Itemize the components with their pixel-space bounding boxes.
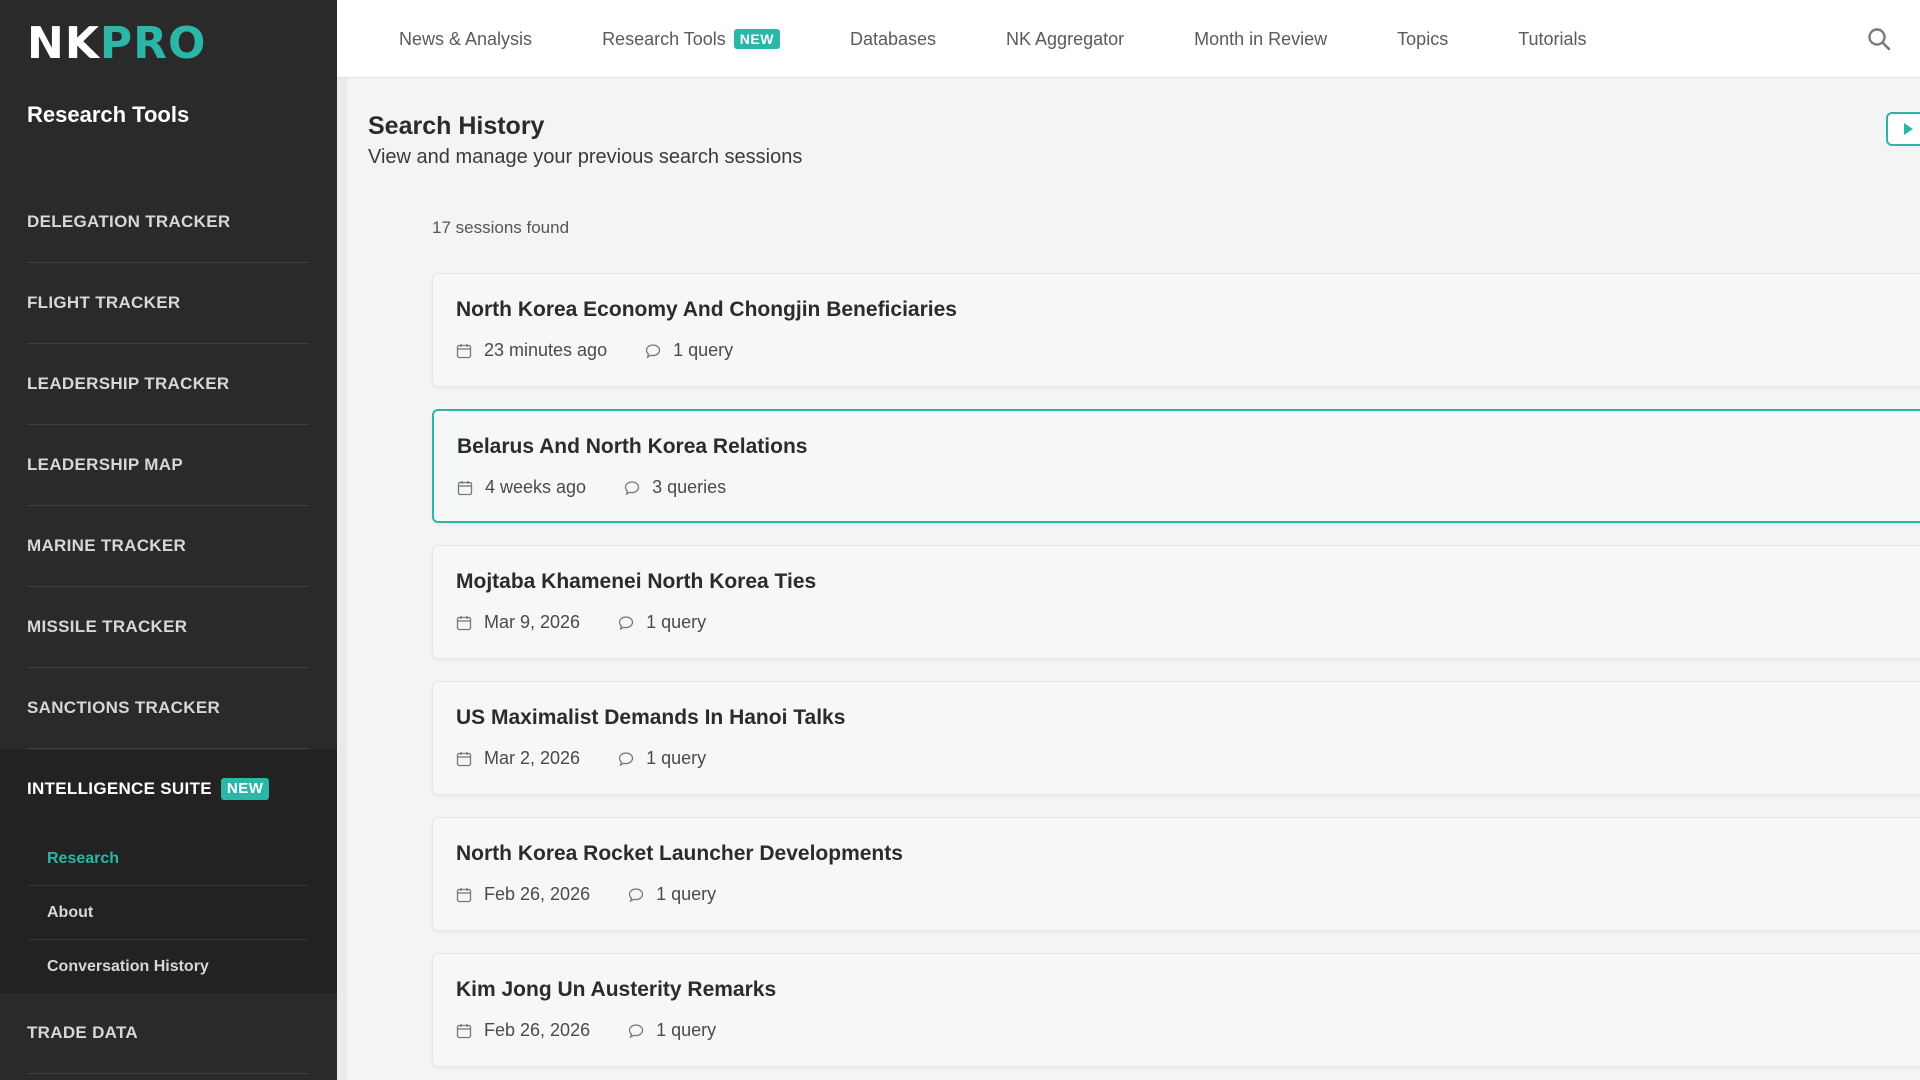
play-button[interactable] [1886, 112, 1920, 146]
session-query-count: 1 query [673, 340, 734, 360]
top-nav-items: News & Analysis Research Tools NEW Databa… [399, 0, 1657, 78]
intelligence-suite-label: INTELLIGENCE SUITE [27, 779, 212, 798]
session-query-count: 1 query [656, 884, 717, 904]
page-title: Search History [368, 112, 545, 140]
nav-nk-aggregator[interactable]: NK Aggregator [1006, 29, 1124, 50]
sidebar-item-trade-data[interactable]: TRADE DATA [27, 993, 309, 1074]
session-meta: 4 weeks ago 3 queries [457, 477, 726, 498]
sidebar-item-sanctions-tracker[interactable]: SANCTIONS TRACKER [27, 668, 309, 749]
session-query-count: 1 query [656, 1020, 717, 1040]
session-title: US Maximalist Demands In Hanoi Talks [456, 706, 846, 729]
logo-pro: PRO [99, 18, 207, 69]
session-title: Kim Jong Un Austerity Remarks [456, 978, 777, 1001]
search-history-panel: Search History View and manage your prev… [347, 88, 1920, 1080]
chat-bubble-icon [624, 480, 640, 495]
calendar-icon [457, 480, 473, 495]
chat-bubble-icon [628, 1023, 644, 1038]
session-title: North Korea Rocket Launcher Developments [456, 842, 903, 865]
sidebar-menu: DELEGATION TRACKER FLIGHT TRACKER LEADER… [27, 182, 309, 749]
nav-label: Tutorials [1518, 28, 1587, 49]
content-gutter [337, 78, 347, 1080]
calendar-icon [456, 343, 472, 358]
nav-label: Research Tools [602, 28, 726, 49]
page-subtitle: View and manage your previous search ses… [368, 146, 803, 168]
session-meta: Feb 26, 2026 1 query [456, 884, 716, 905]
sidebar-item-leadership-tracker[interactable]: LEADERSHIP TRACKER [27, 344, 309, 425]
search-icon[interactable] [1866, 26, 1892, 52]
session-meta: Feb 26, 2026 1 query [456, 1020, 716, 1041]
chat-bubble-icon [645, 343, 661, 358]
nav-tutorials[interactable]: Tutorials [1518, 29, 1586, 50]
session-count: 17 sessions found [432, 218, 570, 237]
new-badge: NEW [220, 778, 270, 800]
nav-month-in-review[interactable]: Month in Review [1194, 29, 1327, 50]
nav-label: Databases [849, 28, 937, 49]
calendar-icon [456, 615, 472, 630]
session-date: 23 minutes ago [484, 340, 608, 360]
session-query-count: 1 query [646, 612, 707, 632]
sidebar-item-marine-tracker[interactable]: MARINE TRACKER [27, 506, 309, 587]
session-query-count: 1 query [646, 748, 707, 768]
session-card[interactable]: Mojtaba Khamenei North Korea Ties Mar 9,… [432, 545, 1920, 659]
nav-topics[interactable]: Topics [1397, 29, 1448, 50]
session-card[interactable]: North Korea Economy And Chongjin Benefic… [432, 273, 1920, 387]
sidebar-item-leadership-map[interactable]: LEADERSHIP MAP [27, 425, 309, 506]
session-title: North Korea Economy And Chongjin Benefic… [456, 298, 957, 321]
intelligence-suite-section: INTELLIGENCE SUITE NEW Research About Co… [0, 750, 337, 993]
submenu-item-research[interactable]: Research [27, 832, 309, 886]
logo-nk: NK [27, 18, 100, 69]
session-date: 4 weeks ago [485, 477, 587, 497]
calendar-icon [456, 751, 472, 766]
chat-bubble-icon [628, 887, 644, 902]
chat-bubble-icon [618, 751, 634, 766]
session-title: Belarus And North Korea Relations [457, 435, 808, 458]
session-card[interactable]: US Maximalist Demands In Hanoi Talks Mar… [432, 681, 1920, 795]
sidebar-item-delegation-tracker[interactable]: DELEGATION TRACKER [27, 182, 309, 263]
session-date: Mar 2, 2026 [484, 748, 581, 768]
session-date: Feb 26, 2026 [484, 884, 591, 904]
session-meta: Mar 2, 2026 1 query [456, 748, 706, 769]
session-date: Feb 26, 2026 [484, 1020, 591, 1040]
session-meta: 23 minutes ago 1 query [456, 340, 733, 361]
session-card[interactable]: North Korea Rocket Launcher Developments… [432, 817, 1920, 931]
nav-label: NK Aggregator [1006, 28, 1125, 49]
nav-research-tools[interactable]: Research Tools NEW [602, 29, 780, 50]
session-list: North Korea Economy And Chongjin Benefic… [432, 273, 1920, 1080]
session-card-selected[interactable]: Belarus And North Korea Relations 4 week… [432, 409, 1920, 523]
chat-bubble-icon [618, 615, 634, 630]
intelligence-suite-submenu: Research About Conversation History [27, 832, 309, 994]
nkpro-logo[interactable]: NKPRO [27, 22, 206, 66]
sidebar-item-missile-tracker[interactable]: MISSILE TRACKER [27, 587, 309, 668]
session-title: Mojtaba Khamenei North Korea Ties [456, 570, 817, 593]
new-badge: NEW [733, 28, 780, 50]
sidebar-title: Research Tools [27, 102, 190, 127]
session-date: Mar 9, 2026 [484, 612, 581, 632]
sidebar-item-flight-tracker[interactable]: FLIGHT TRACKER [27, 263, 309, 344]
sidebar: NKPRO Research Tools DELEGATION TRACKER … [0, 0, 337, 1080]
top-navigation: News & Analysis Research Tools NEW Databa… [337, 0, 1920, 78]
session-meta: Mar 9, 2026 1 query [456, 612, 706, 633]
submenu-item-about[interactable]: About [27, 886, 309, 940]
play-icon [1904, 123, 1913, 135]
calendar-icon [456, 1023, 472, 1038]
session-query-count: 3 queries [652, 477, 727, 497]
nav-label: Topics [1397, 28, 1449, 49]
nav-label: News & Analysis [399, 28, 533, 49]
submenu-item-conversation-history[interactable]: Conversation History [27, 940, 309, 994]
nav-databases[interactable]: Databases [850, 29, 936, 50]
nav-label: Month in Review [1194, 28, 1328, 49]
session-card[interactable]: Kim Jong Un Austerity Remarks Feb 26, 20… [432, 953, 1920, 1067]
nav-news-analysis[interactable]: News & Analysis [399, 29, 532, 50]
sidebar-item-intelligence-suite[interactable]: INTELLIGENCE SUITE NEW [27, 778, 270, 800]
calendar-icon [456, 887, 472, 902]
